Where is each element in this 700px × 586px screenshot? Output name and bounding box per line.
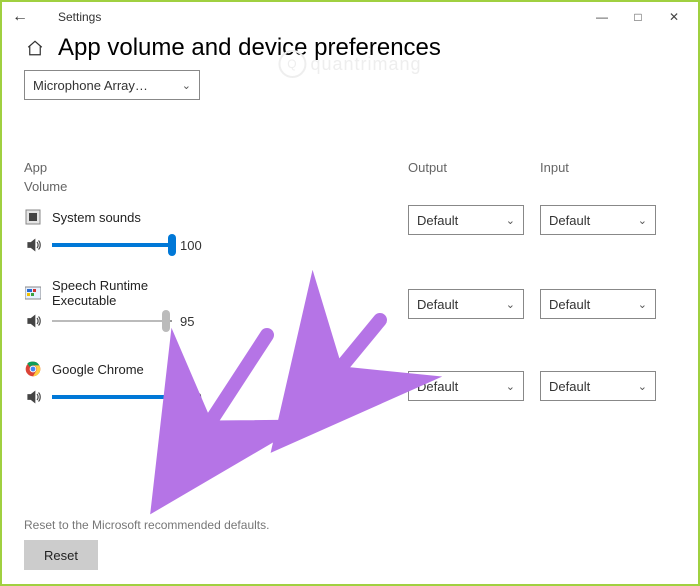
input-col-header: Input [540, 160, 656, 175]
back-button[interactable]: ← [8, 8, 32, 26]
chevron-down-icon: ⌄ [638, 298, 647, 311]
output-select[interactable]: Default ⌄ [408, 205, 524, 235]
chevron-down-icon: ⌄ [506, 298, 515, 311]
chevron-down-icon: ⌄ [506, 214, 515, 227]
window-title: Settings [58, 10, 101, 24]
watermark: Q quantrimang [278, 50, 421, 78]
maximize-button[interactable]: □ [620, 3, 656, 31]
chevron-down-icon: ⌄ [182, 79, 191, 92]
chrome-icon [24, 360, 42, 378]
app-name: Google Chrome [52, 362, 144, 377]
apps-col-header: App [24, 160, 374, 175]
output-col-header: Output [408, 160, 524, 175]
input-value: Default [549, 297, 590, 312]
chevron-down-icon: ⌄ [638, 214, 647, 227]
footer-text: Reset to the Microsoft recommended defau… [24, 518, 269, 532]
volume-value: 100 [180, 238, 212, 253]
output-value: Default [417, 379, 458, 394]
input-select[interactable]: Default ⌄ [540, 371, 656, 401]
speaker-icon[interactable] [24, 387, 44, 407]
content-area: App volume and device preferences Microp… [2, 34, 698, 430]
chevron-down-icon: ⌄ [506, 380, 515, 393]
output-value: Default [417, 213, 458, 228]
speaker-icon[interactable] [24, 311, 44, 331]
volume-col-header: Volume [24, 179, 374, 194]
volume-slider[interactable] [52, 318, 172, 324]
input-value: Default [549, 379, 590, 394]
volume-value: 95 [180, 314, 212, 329]
output-value: Default [417, 297, 458, 312]
volume-value: 100 [180, 390, 212, 405]
input-select[interactable]: Default ⌄ [540, 289, 656, 319]
microphone-dropdown-label: Microphone Array… [33, 78, 148, 93]
speech-runtime-icon [24, 284, 42, 302]
system-sounds-icon [24, 208, 42, 226]
home-icon[interactable] [24, 37, 46, 59]
speaker-icon[interactable] [24, 235, 44, 255]
app-name: System sounds [52, 210, 141, 225]
chevron-down-icon: ⌄ [638, 380, 647, 393]
footer: Reset to the Microsoft recommended defau… [24, 518, 269, 570]
microphone-dropdown[interactable]: Microphone Array… ⌄ [24, 70, 200, 100]
minimize-button[interactable]: — [584, 3, 620, 31]
reset-button[interactable]: Reset [24, 540, 98, 570]
close-button[interactable]: ✕ [656, 3, 692, 31]
input-select[interactable]: Default ⌄ [540, 205, 656, 235]
window-frame: Q quantrimang ← Settings — □ ✕ App volum… [0, 0, 700, 586]
output-select[interactable]: Default ⌄ [408, 289, 524, 319]
input-value: Default [549, 213, 590, 228]
output-select[interactable]: Default ⌄ [408, 371, 524, 401]
app-name: Speech Runtime Executable [52, 278, 182, 308]
volume-slider[interactable] [52, 242, 172, 248]
watermark-text: quantrimang [310, 54, 421, 75]
titlebar: ← Settings — □ ✕ [2, 2, 698, 32]
volume-slider[interactable] [52, 394, 172, 400]
watermark-icon: Q [278, 50, 306, 78]
